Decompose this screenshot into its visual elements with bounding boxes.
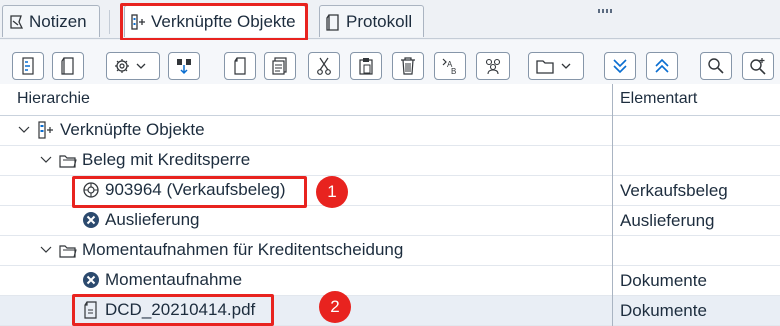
- tab-notizen[interactable]: Notizen: [2, 5, 100, 37]
- note-icon: [9, 13, 25, 31]
- tab-label: Notizen: [29, 11, 87, 31]
- collapse-all-icon: [613, 59, 627, 74]
- folder-dropdown-icon: [536, 60, 571, 74]
- column-divider[interactable]: [612, 84, 613, 326]
- delete-button[interactable]: [392, 52, 424, 80]
- copy-doc-icon: [272, 57, 287, 75]
- table-row[interactable]: Momentaufnahme Dokumente: [0, 266, 780, 296]
- sort-button[interactable]: AB: [434, 52, 466, 80]
- linked-objects-icon: [38, 121, 53, 139]
- page-icon: [234, 57, 246, 75]
- page-button[interactable]: [224, 52, 256, 80]
- users-icon: [485, 58, 501, 75]
- settings-dropdown-icon: [115, 59, 146, 73]
- chevron-down-icon[interactable]: [39, 153, 53, 167]
- table-row[interactable]: Auslieferung Auslieferung: [0, 206, 780, 236]
- chevron-down-icon[interactable]: [17, 123, 31, 137]
- row-type: Auslieferung: [620, 211, 715, 230]
- folder-dropdown-button[interactable]: [528, 52, 584, 80]
- tab-separator: [109, 10, 110, 34]
- svg-text:B: B: [451, 67, 456, 75]
- connect-icon: [177, 59, 191, 75]
- column-header-hierarchie[interactable]: Hierarchie: [17, 90, 90, 108]
- log-icon: [326, 13, 342, 31]
- row-type: Dokumente: [620, 271, 707, 290]
- search-next-button[interactable]: [742, 52, 774, 80]
- search-button[interactable]: [700, 52, 732, 80]
- table-row[interactable]: Momentaufnahmen für Kreditentscheidung: [0, 236, 780, 266]
- highlight-frame-row-2: [72, 294, 274, 326]
- row-label: Momentaufnahmen für Kreditentscheidung: [82, 240, 404, 259]
- row-type: Dokumente: [620, 301, 707, 320]
- blocked-icon: [83, 212, 99, 228]
- table-row[interactable]: Beleg mit Kreditsperre: [0, 146, 780, 176]
- row-label: Verknüpfte Objekte: [60, 120, 205, 139]
- copy-document-button[interactable]: [264, 52, 296, 80]
- tab-strip: Notizen Verknüpfte Objekte Protokoll: [0, 0, 780, 40]
- document-icon: [61, 57, 74, 75]
- row-type: Verkaufsbeleg: [620, 181, 728, 200]
- annotation-badge-2: 2: [319, 291, 351, 323]
- search-next-icon: [750, 58, 766, 75]
- table-row[interactable]: Verknüpfte Objekte: [0, 116, 780, 146]
- folder-open-icon: [59, 245, 77, 258]
- annotation-badge-1: 1: [316, 176, 348, 208]
- tree-icon: [22, 57, 34, 75]
- overflow-grip: [598, 0, 618, 13]
- users-button[interactable]: [476, 52, 510, 80]
- column-header-elementart[interactable]: Elementart: [620, 90, 697, 108]
- blocked-icon: [83, 272, 99, 288]
- document-button[interactable]: [52, 52, 84, 80]
- row-label: Auslieferung: [105, 210, 200, 229]
- cut-icon: [317, 57, 331, 75]
- folder-open-icon: [59, 155, 77, 168]
- delete-icon: [401, 57, 415, 75]
- settings-dropdown-button[interactable]: [106, 52, 160, 80]
- table-header: Hierarchie Elementart: [0, 84, 780, 116]
- cut-button[interactable]: [308, 52, 340, 80]
- row-label: Beleg mit Kreditsperre: [82, 150, 251, 169]
- tree-view-button[interactable]: [12, 52, 44, 80]
- chevron-down-icon[interactable]: [39, 243, 53, 257]
- highlight-frame-row-1: [72, 176, 307, 208]
- expand-all-button[interactable]: [646, 52, 678, 80]
- search-icon: [708, 58, 724, 74]
- paste-button[interactable]: [350, 52, 382, 80]
- tab-label: Protokoll: [346, 11, 413, 31]
- row-label: Momentaufnahme: [105, 270, 243, 289]
- expand-all-icon: [655, 58, 669, 73]
- toolbar: AB: [0, 40, 780, 84]
- collapse-all-button[interactable]: [604, 52, 636, 80]
- tab-protokoll[interactable]: Protokoll: [319, 5, 424, 37]
- sort-icon: AB: [442, 58, 456, 75]
- highlight-frame-tab: [120, 3, 308, 41]
- connect-button[interactable]: [168, 52, 200, 80]
- paste-icon: [359, 58, 373, 75]
